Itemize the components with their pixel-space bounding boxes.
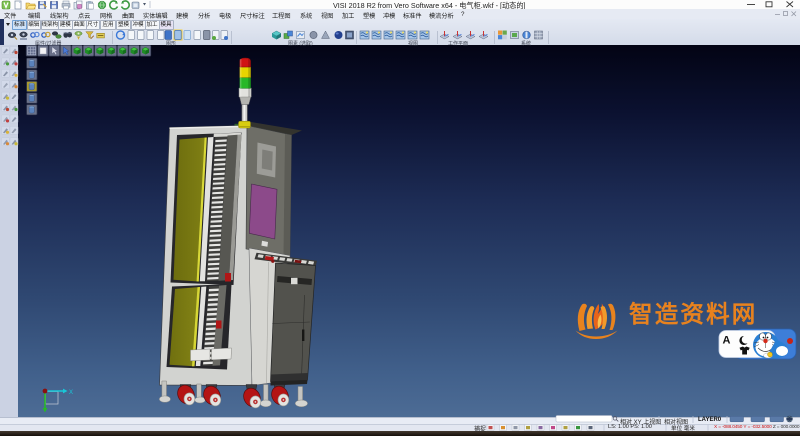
- svg-text:A: A: [723, 335, 731, 347]
- svg-text:X: X: [69, 390, 73, 396]
- svg-text:智造资料网: 智造资料网: [629, 300, 758, 327]
